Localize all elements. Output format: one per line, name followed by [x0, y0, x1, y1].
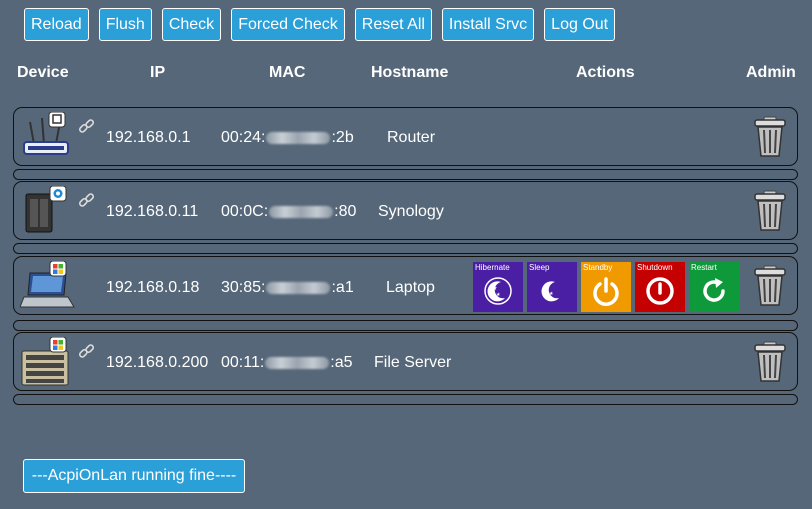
row-divider — [13, 243, 798, 254]
device-mac: 00:24::2b — [221, 129, 354, 146]
trash-icon[interactable] — [753, 265, 787, 307]
svg-text:★: ★ — [496, 292, 501, 298]
column-header-actions: Actions — [576, 64, 635, 81]
device-ip: 192.168.0.18 — [106, 279, 200, 296]
mac-redaction — [266, 281, 331, 294]
status-message[interactable]: ---AcpiOnLan running fine---- — [23, 459, 245, 493]
reload-button[interactable]: Reload — [24, 8, 89, 41]
device-mac: 00:0C::80 — [221, 203, 357, 220]
shutdown-label: Shutdown — [637, 263, 673, 272]
link-icon[interactable] — [78, 118, 96, 136]
sleep-label: Sleep — [529, 263, 550, 272]
device-hostname: Router — [387, 129, 436, 146]
table-header: Device IP MAC Hostname Actions Admin — [0, 64, 812, 86]
shutdown-button[interactable]: Shutdown — [635, 262, 685, 312]
device-hostname: Synology — [378, 203, 444, 220]
row-divider — [13, 320, 798, 331]
laptop-icon — [20, 261, 75, 308]
column-header-hostname: Hostname — [371, 64, 449, 81]
mac-redaction — [265, 356, 330, 369]
svg-text:★: ★ — [492, 285, 497, 292]
device-ip: 192.168.0.11 — [106, 203, 199, 220]
install-srvc-button[interactable]: Install Srvc — [441, 8, 535, 41]
mac-redaction — [266, 131, 331, 144]
mac-redaction — [269, 205, 334, 218]
router-icon — [23, 112, 69, 155]
device-row-synology: 192.168.0.11 00:0C::80 Synology — [13, 181, 798, 240]
column-header-device: Device — [17, 64, 69, 81]
device-row-file-server: 192.168.0.200 00:11::a5 File Server — [13, 332, 798, 391]
device-hostname: File Server — [374, 354, 452, 371]
trash-icon[interactable] — [753, 341, 787, 383]
log-out-button[interactable]: Log Out — [544, 8, 616, 41]
toolbar: Reload Flush Check Forced Check Reset Al… — [24, 8, 616, 41]
device-ip: 192.168.0.1 — [106, 129, 191, 146]
forced-check-button[interactable]: Forced Check — [231, 8, 345, 41]
row-divider — [13, 169, 798, 180]
device-row-laptop: 192.168.0.18 30:85::a1 Laptop Hibernate … — [13, 256, 798, 315]
restart-button[interactable]: Restart — [689, 262, 739, 312]
row-divider — [13, 394, 798, 405]
flush-button[interactable]: Flush — [98, 8, 152, 41]
column-header-mac: MAC — [269, 64, 306, 81]
hibernate-label: Hibernate — [475, 263, 510, 272]
link-icon[interactable] — [78, 192, 96, 210]
device-mac: 30:85::a1 — [221, 279, 354, 296]
standby-button[interactable]: Standby — [581, 262, 631, 312]
link-icon[interactable] — [78, 343, 96, 361]
device-mac: 00:11::a5 — [221, 354, 353, 371]
power-icon — [593, 277, 619, 306]
restart-icon — [703, 278, 725, 302]
power-off-icon — [646, 277, 674, 305]
moon-stars-icon: ★ ★ — [484, 277, 512, 305]
trash-icon[interactable] — [753, 116, 787, 158]
column-header-admin: Admin — [746, 64, 796, 81]
hibernate-button[interactable]: Hibernate ★ ★ — [473, 262, 523, 312]
device-hostname: Laptop — [386, 279, 435, 296]
device-ip: 192.168.0.200 — [106, 354, 209, 371]
svg-text:★: ★ — [549, 291, 554, 297]
moon-stars-icon: ★ ★ — [541, 281, 559, 302]
device-row-router: 192.168.0.1 00:24::2b Router — [13, 107, 798, 166]
trash-icon[interactable] — [753, 190, 787, 232]
server-icon — [21, 337, 69, 386]
svg-text:★: ★ — [544, 283, 549, 290]
restart-label: Restart — [691, 263, 717, 272]
sleep-button[interactable]: Sleep ★ ★ — [527, 262, 577, 312]
column-header-ip: IP — [150, 64, 166, 81]
nas-icon — [25, 186, 67, 233]
check-button[interactable]: Check — [161, 8, 222, 41]
standby-label: Standby — [583, 263, 613, 272]
reset-all-button[interactable]: Reset All — [354, 8, 432, 41]
